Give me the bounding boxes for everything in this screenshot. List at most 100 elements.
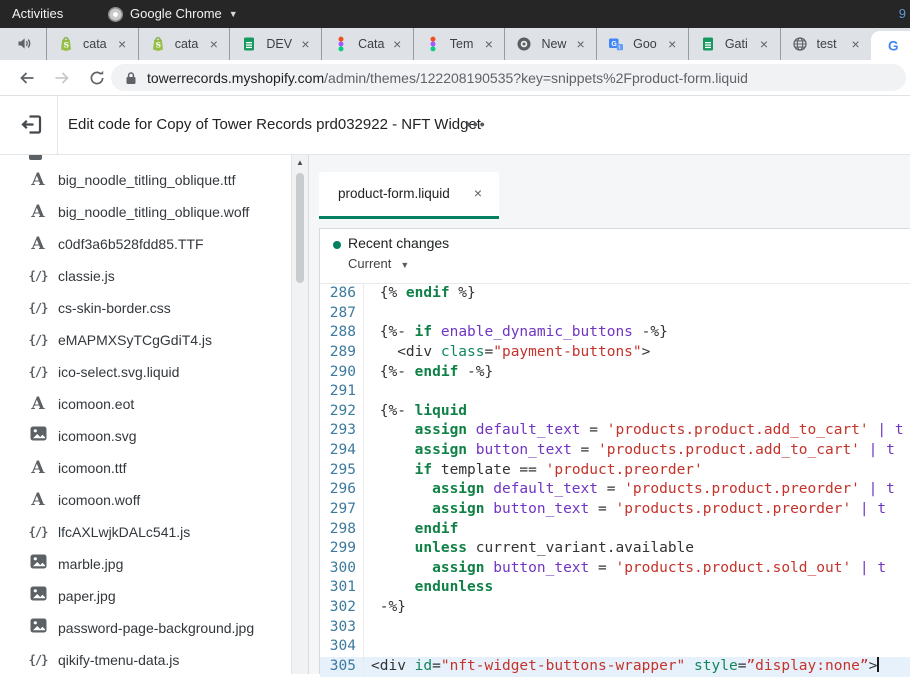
version-dropdown[interactable]: Current▼ bbox=[348, 256, 409, 271]
tab-close-icon[interactable]: × bbox=[118, 37, 126, 51]
app-menu[interactable]: Google Chrome ▼ bbox=[108, 0, 238, 28]
file-item[interactable]: {/}cs-skin-border.css bbox=[0, 292, 290, 324]
code-line[interactable]: 292 {%- liquid bbox=[320, 402, 910, 422]
code-line-content bbox=[364, 637, 371, 657]
code-line[interactable]: 287 bbox=[320, 304, 910, 324]
code-line[interactable]: 286 {% endif %} bbox=[320, 284, 910, 304]
file-item[interactable]: Aicomoon.eot bbox=[0, 388, 290, 420]
file-item[interactable]: Aicomoon.ttf bbox=[0, 452, 290, 484]
code-line[interactable]: 297 assign button_text = 'products.produ… bbox=[320, 500, 910, 520]
file-item[interactable]: {/}qikify-tmenu-data.js bbox=[0, 644, 290, 674]
tab-close-icon[interactable]: × bbox=[210, 37, 218, 51]
editor-tab-close-icon[interactable]: × bbox=[474, 185, 482, 201]
browser-tab[interactable]: test× bbox=[780, 28, 872, 60]
code-line-content: assign button_text = 'products.product.s… bbox=[364, 559, 886, 579]
code-editor[interactable]: 286 {% endif %}287288 {%- if enable_dyna… bbox=[320, 284, 910, 677]
browser-tab[interactable]: Gati× bbox=[688, 28, 780, 60]
code-line[interactable]: 294 assign button_text = 'products.produ… bbox=[320, 441, 910, 461]
sheets-favicon-icon bbox=[700, 36, 717, 53]
sidebar-scrollbar[interactable]: ▲ bbox=[291, 155, 308, 674]
reload-button[interactable] bbox=[88, 69, 106, 92]
file-item[interactable]: Ac0df3a6b528fdd85.TTF bbox=[0, 228, 290, 260]
line-number: 291 bbox=[320, 382, 364, 402]
file-item[interactable]: Abig_noodle_titling_oblique.woff bbox=[0, 196, 290, 228]
more-actions-button[interactable]: ••• bbox=[466, 96, 487, 152]
file-item[interactable]: paper.jpg bbox=[0, 580, 290, 612]
editor-panel: Recent changes Current▼ 286 {% endif %}2… bbox=[319, 228, 910, 674]
file-item[interactable]: {/}ico-select.svg.liquid bbox=[0, 356, 290, 388]
line-number: 293 bbox=[320, 421, 364, 441]
lock-icon[interactable] bbox=[125, 71, 137, 85]
file-item[interactable]: marble.jpg bbox=[0, 548, 290, 580]
browser-tab[interactable]: Tem× bbox=[413, 28, 505, 60]
tab-close-icon[interactable]: × bbox=[760, 37, 768, 51]
forward-button[interactable] bbox=[52, 68, 72, 93]
code-line-content: assign default_text = 'products.product.… bbox=[364, 480, 895, 500]
browser-tab[interactable]: Cata× bbox=[321, 28, 413, 60]
file-item[interactable]: Aicomoon.woff bbox=[0, 484, 290, 516]
activities-button[interactable]: Activities bbox=[12, 0, 63, 28]
code-line[interactable]: 301 endunless bbox=[320, 578, 910, 598]
browser-tab[interactable]: New× bbox=[504, 28, 596, 60]
address-bar[interactable]: towerrecords.myshopify.com/admin/themes/… bbox=[111, 64, 906, 91]
system-top-bar: Activities Google Chrome ▼ 9 bbox=[0, 0, 910, 28]
file-name: eMAPMXSyTCgGdiT4.js bbox=[58, 332, 212, 348]
editor-workarea: product-form.liquid × Recent changes Cur… bbox=[309, 155, 910, 674]
code-line[interactable]: 299 unless current_variant.available bbox=[320, 539, 910, 559]
browser-tab-strip: Scata×Scata×DEV×Cata×Tem×New×GtGoo×Gati×… bbox=[0, 28, 910, 60]
code-line[interactable]: 295 if template == 'product.preorder' bbox=[320, 461, 910, 481]
tab-close-icon[interactable]: × bbox=[485, 37, 493, 51]
recent-changes-header: Recent changes Current▼ bbox=[320, 229, 910, 284]
editor-file-tab[interactable]: product-form.liquid × bbox=[319, 172, 499, 219]
code-line[interactable]: 289 <div class="payment-buttons"> bbox=[320, 343, 910, 363]
tab-close-icon[interactable]: × bbox=[668, 37, 676, 51]
browser-tab[interactable]: G bbox=[871, 31, 910, 60]
file-item[interactable]: icomoon.svg bbox=[0, 420, 290, 452]
code-line-content: assign button_text = 'products.product.a… bbox=[364, 441, 895, 461]
code-line[interactable]: 288 {%- if enable_dynamic_buttons -%} bbox=[320, 323, 910, 343]
scrollbar-thumb[interactable] bbox=[296, 173, 304, 283]
tab-close-icon[interactable]: × bbox=[852, 37, 860, 51]
browser-tab-title: cata bbox=[83, 37, 116, 51]
svg-text:G: G bbox=[612, 41, 618, 48]
code-line-content: endunless bbox=[364, 578, 493, 598]
code-line[interactable]: 300 assign button_text = 'products.produ… bbox=[320, 559, 910, 579]
chevron-down-icon: ▼ bbox=[229, 0, 238, 28]
code-line[interactable]: 290 {%- endif -%} bbox=[320, 363, 910, 383]
svg-text:S: S bbox=[64, 41, 69, 50]
exit-code-editor-icon[interactable] bbox=[19, 112, 44, 142]
back-button[interactable] bbox=[17, 68, 37, 93]
font-file-icon: A bbox=[26, 459, 50, 477]
code-line[interactable]: 293 assign default_text = 'products.prod… bbox=[320, 421, 910, 441]
code-line[interactable]: 291 bbox=[320, 382, 910, 402]
tab-close-icon[interactable]: × bbox=[393, 37, 401, 51]
tab-close-icon[interactable]: × bbox=[576, 37, 584, 51]
url-text: towerrecords.myshopify.com/admin/themes/… bbox=[147, 70, 748, 86]
code-line[interactable]: 304 bbox=[320, 637, 910, 657]
recent-changes-label: Recent changes bbox=[348, 235, 449, 251]
figma-favicon-icon bbox=[425, 36, 442, 53]
tab-close-icon[interactable]: × bbox=[301, 37, 309, 51]
browser-tab[interactable]: DEV× bbox=[229, 28, 321, 60]
file-item[interactable]: {/}lfcAXLwjkDALc541.js bbox=[0, 516, 290, 548]
chrome-logo-icon bbox=[108, 7, 123, 22]
unsaved-changes-dot-icon bbox=[333, 241, 341, 249]
file-item[interactable]: password-page-background.jpg bbox=[0, 612, 290, 644]
code-line[interactable]: 296 assign default_text = 'products.prod… bbox=[320, 480, 910, 500]
scroll-up-arrow-icon[interactable]: ▲ bbox=[292, 158, 308, 167]
browser-tab[interactable]: Scata× bbox=[46, 28, 138, 60]
code-line[interactable]: 298 endif bbox=[320, 520, 910, 540]
code-file-icon: {/} bbox=[26, 331, 50, 349]
code-line[interactable]: 302 -%} bbox=[320, 598, 910, 618]
code-line[interactable]: 303 bbox=[320, 618, 910, 638]
browser-tab[interactable]: GtGoo× bbox=[596, 28, 688, 60]
browser-tab[interactable]: Scata× bbox=[138, 28, 230, 60]
file-item[interactable]: Abig_noodle_titling_oblique.ttf bbox=[0, 164, 290, 196]
file-item[interactable]: {/}classie.js bbox=[0, 260, 290, 292]
file-sidebar: Abig_noodle_titling_oblique.ttfAbig_nood… bbox=[0, 155, 309, 674]
line-number: 289 bbox=[320, 343, 364, 363]
code-line-content: assign default_text = 'products.product.… bbox=[364, 421, 904, 441]
browser-tab-title: Cata bbox=[358, 37, 391, 51]
font-file-icon: A bbox=[26, 395, 50, 413]
file-item[interactable]: {/} eMAPMXSyTCgGdiT4.js bbox=[0, 324, 290, 356]
